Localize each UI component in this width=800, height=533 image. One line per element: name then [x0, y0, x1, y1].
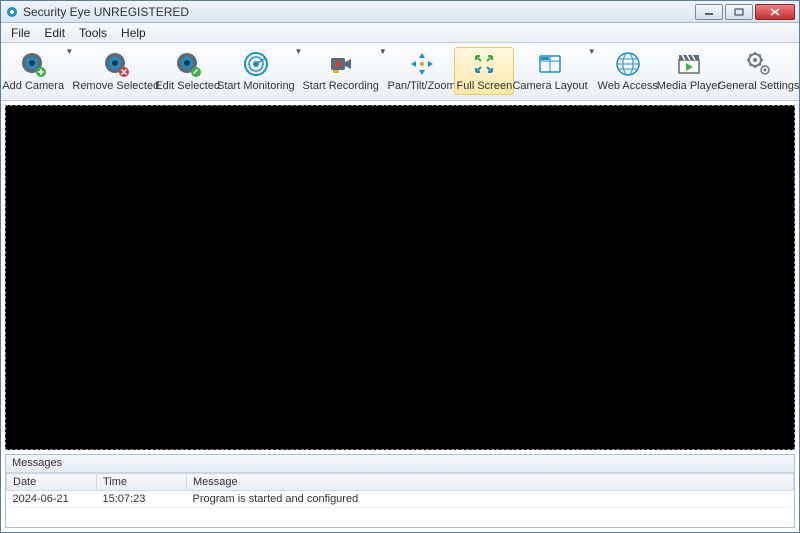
messages-table[interactable]: Date Time Message 2024-06-21 15:07:23 Pr… — [6, 473, 794, 527]
gears-icon — [745, 50, 773, 78]
app-window: Security Eye UNREGISTERED File Edit Tool… — [0, 0, 800, 533]
clapperboard-icon — [675, 50, 703, 78]
pan-tilt-zoom-button[interactable]: Pan/Tilt/Zoom — [389, 47, 455, 95]
video-grid[interactable] — [5, 105, 795, 450]
chevron-down-icon[interactable]: ▼ — [377, 47, 389, 56]
camera-layout-button[interactable]: Camera Layout — [514, 47, 585, 95]
media-player-button[interactable]: Media Player — [658, 47, 720, 95]
minimize-button[interactable] — [695, 4, 723, 20]
camera-add-icon — [19, 50, 47, 78]
chevron-down-icon[interactable]: ▼ — [293, 47, 305, 56]
tool-label: Edit Selected — [155, 80, 220, 92]
tool-label: Add Camera — [2, 80, 64, 92]
menu-help[interactable]: Help — [115, 24, 152, 42]
cell-message: Program is started and configured — [187, 491, 794, 508]
tool-label: Start Recording — [302, 80, 378, 92]
add-camera-button[interactable]: Add Camera — [3, 47, 63, 95]
arrows-move-icon — [408, 50, 436, 78]
window-title: Security Eye UNREGISTERED — [23, 5, 695, 19]
tool-label: Remove Selected — [72, 80, 159, 92]
column-date[interactable]: Date — [7, 474, 97, 491]
menu-file[interactable]: File — [5, 24, 36, 42]
menubar: File Edit Tools Help — [1, 23, 799, 43]
maximize-button[interactable] — [725, 4, 753, 20]
menu-tools[interactable]: Tools — [73, 24, 113, 42]
radar-icon — [242, 50, 270, 78]
general-settings-button[interactable]: General Settings — [720, 47, 797, 95]
tool-label: Full Screen — [457, 80, 513, 92]
camera-edit-icon — [174, 50, 202, 78]
tool-label: Web Access — [598, 80, 658, 92]
column-time[interactable]: Time — [97, 474, 187, 491]
remove-selected-button[interactable]: Remove Selected — [75, 47, 156, 95]
column-message[interactable]: Message — [187, 474, 794, 491]
grid-layout-icon — [536, 50, 564, 78]
tool-label: Camera Layout — [512, 80, 587, 92]
table-row[interactable]: 2024-06-21 15:07:23 Program is started a… — [7, 491, 794, 508]
start-monitoring-button[interactable]: Start Monitoring — [219, 47, 292, 95]
menu-edit[interactable]: Edit — [38, 24, 71, 42]
full-screen-button[interactable]: Full Screen — [454, 47, 514, 95]
messages-title: Messages — [6, 455, 794, 473]
close-button[interactable] — [755, 4, 795, 20]
cell-date: 2024-06-21 — [7, 491, 97, 508]
edit-selected-button[interactable]: Edit Selected — [156, 47, 219, 95]
globe-icon — [614, 50, 642, 78]
toolbar: Add Camera ▼ Remove Selected Edit Select… — [1, 43, 799, 101]
messages-panel: Messages Date Time Message 2024-06-21 15… — [5, 454, 795, 528]
fullscreen-icon — [470, 50, 498, 78]
record-icon — [327, 50, 355, 78]
titlebar[interactable]: Security Eye UNREGISTERED — [1, 1, 799, 23]
chevron-down-icon[interactable]: ▼ — [63, 47, 75, 56]
tool-label: Start Monitoring — [217, 80, 295, 92]
tool-label: General Settings — [718, 80, 800, 92]
tool-label: Pan/Tilt/Zoom — [388, 80, 456, 92]
window-controls — [695, 4, 795, 20]
web-access-button[interactable]: Web Access — [598, 47, 658, 95]
app-icon — [5, 5, 19, 19]
cell-time: 15:07:23 — [97, 491, 187, 508]
tool-label: Media Player — [657, 80, 721, 92]
start-recording-button[interactable]: Start Recording — [304, 47, 376, 95]
chevron-down-icon[interactable]: ▼ — [586, 47, 598, 56]
camera-remove-icon — [102, 50, 130, 78]
